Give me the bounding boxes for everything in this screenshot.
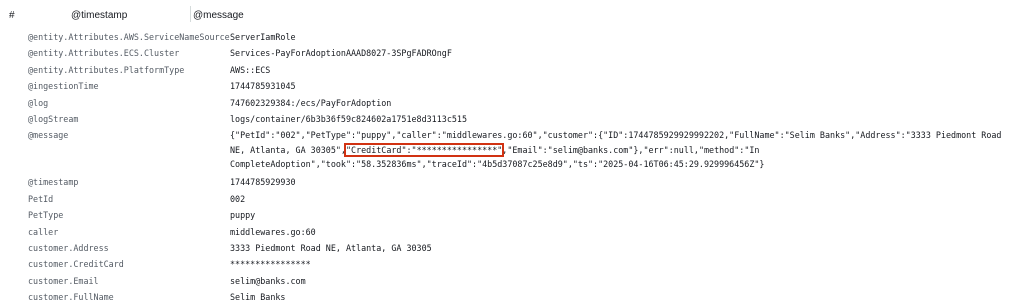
field-key: @entity.Attributes.PlatformType xyxy=(28,64,185,75)
field-value: 747602329384:/ecs/PayForAdoption xyxy=(230,97,392,108)
column-divider[interactable] xyxy=(190,6,191,22)
field-row: @logStream logs/container/6b3b36f59c8246… xyxy=(0,111,1024,127)
field-value: middlewares.go:60 xyxy=(230,226,316,237)
field-row: PetId 002 xyxy=(0,191,1024,207)
field-key: @ingestionTime xyxy=(28,81,99,92)
field-value: logs/container/6b3b36f59c824602a1751e8d3… xyxy=(230,113,467,124)
field-key: customer.CreditCard xyxy=(28,259,124,270)
field-value: AWS::ECS xyxy=(230,64,271,75)
field-key: PetType xyxy=(28,210,64,221)
field-key: @timestamp xyxy=(28,177,79,188)
field-row: @entity.Attributes.ECS.Cluster Services-… xyxy=(0,45,1024,61)
field-value: puppy xyxy=(230,210,256,221)
message-field-row: @message {"PetId":"002","PetType":"puppy… xyxy=(0,127,1024,174)
field-row: customer.Email selim@banks.com xyxy=(0,273,1024,289)
field-key: customer.Email xyxy=(28,275,99,286)
field-value: selim@banks.com xyxy=(230,275,306,286)
message-json-value: {"PetId":"002","PetType":"puppy","caller… xyxy=(230,128,1020,171)
field-key: caller xyxy=(28,226,59,237)
field-value: 3333 Piedmont Road NE, Atlanta, GA 30305 xyxy=(230,242,432,253)
field-row: @ingestionTime 1744785931045 xyxy=(0,78,1024,94)
field-key: customer.Address xyxy=(28,242,109,253)
field-value: ServerIamRole xyxy=(230,32,296,42)
credit-card-highlight: "CreditCard":"****************" xyxy=(343,142,505,157)
log-event-fields: @entity.Attributes.AWS.ServiceNameSource… xyxy=(0,29,1024,305)
field-row: @entity.Attributes.AWS.ServiceNameSource… xyxy=(0,29,1024,45)
timestamp-column-header[interactable]: @timestamp xyxy=(71,10,127,21)
field-key: @log xyxy=(28,97,49,108)
field-row: @timestamp 1744785929930 xyxy=(0,174,1024,190)
field-row: customer.Address 3333 Piedmont Road NE, … xyxy=(0,240,1024,256)
field-key: PetId xyxy=(28,193,54,204)
field-key: @logStream xyxy=(28,113,79,124)
log-table-header: # @timestamp @message xyxy=(0,0,1024,29)
field-value: Selim Banks xyxy=(230,292,286,303)
field-key: @message xyxy=(28,130,69,141)
field-value: 1744785931045 xyxy=(230,81,296,92)
field-value: Services-PayForAdoptionAAAD8027-3SPgFADR… xyxy=(230,48,452,59)
field-row: @log 747602329384:/ecs/PayForAdoption xyxy=(0,95,1024,111)
field-row: customer.CreditCard **************** xyxy=(0,256,1024,272)
row-number-column-header: # xyxy=(9,10,15,21)
field-key: @entity.Attributes.ECS.Cluster xyxy=(28,48,180,59)
field-value: **************** xyxy=(230,259,311,270)
message-column-header[interactable]: @message xyxy=(193,10,244,21)
field-value: 002 xyxy=(230,193,246,204)
field-row: @entity.Attributes.PlatformType AWS::ECS xyxy=(0,62,1024,78)
field-row: customer.FullName Selim Banks xyxy=(0,289,1024,305)
field-key: customer.FullName xyxy=(28,292,114,303)
field-row: PetType puppy xyxy=(0,207,1024,223)
field-key: @entity.Attributes.AWS.ServiceNameSource xyxy=(28,32,230,42)
field-value: 1744785929930 xyxy=(230,177,296,188)
field-row: caller middlewares.go:60 xyxy=(0,224,1024,240)
